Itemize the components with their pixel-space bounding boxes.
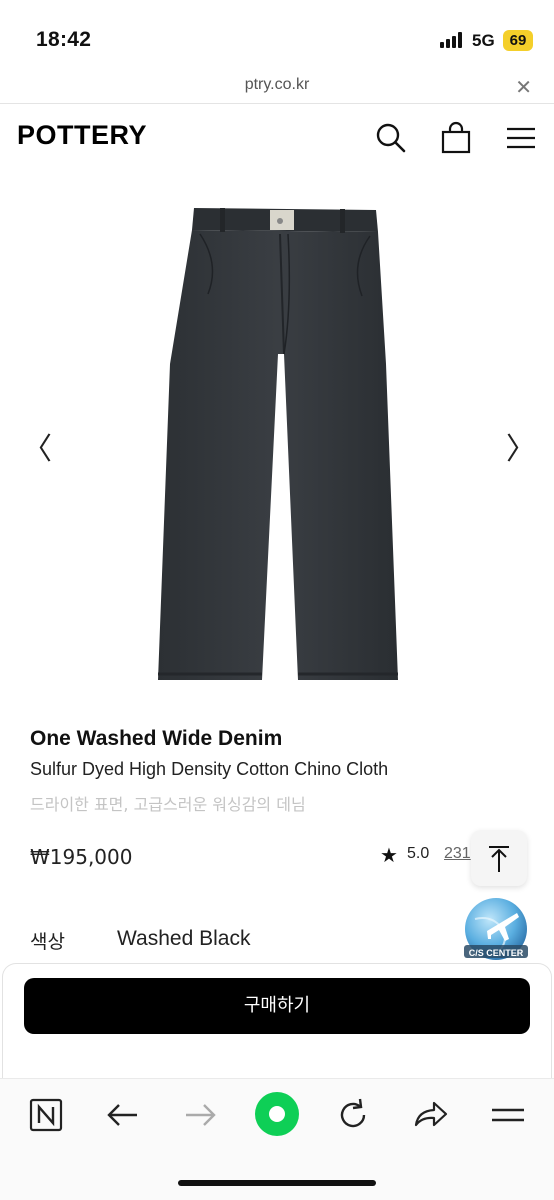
cs-center-label[interactable]: C/S CENTER <box>461 948 531 958</box>
signal-strength-icon <box>440 32 466 48</box>
star-icon: ★ <box>380 843 398 867</box>
site-logo[interactable]: POTTERY <box>17 120 147 151</box>
arrow-up-icon <box>489 846 509 872</box>
color-label: 색상 <box>30 931 65 953</box>
status-bar: 18:42 5G 69 <box>0 0 554 72</box>
buy-button[interactable]: 구매하기 <box>24 978 530 1034</box>
product-price: ₩195,000 <box>30 845 133 869</box>
rating-value: 5.0 <box>407 845 430 862</box>
share-icon[interactable] <box>410 1095 450 1135</box>
forward-icon[interactable] <box>180 1095 220 1135</box>
scroll-to-top-button[interactable] <box>471 830 527 886</box>
product-subtitle: Sulfur Dyed High Density Cotton Chino Cl… <box>30 759 389 779</box>
product-description: 드라이한 표면, 고급스러운 워싱감의 데님 <box>30 795 306 814</box>
status-time: 18:42 <box>36 28 92 51</box>
battery-indicator: 69 <box>503 30 533 51</box>
url-text[interactable]: ptry.co.kr <box>0 76 554 94</box>
naver-n-icon[interactable] <box>26 1095 66 1135</box>
search-icon[interactable] <box>373 120 409 156</box>
product-image <box>158 208 398 680</box>
network-type: 5G <box>472 31 495 50</box>
refresh-icon[interactable] <box>333 1095 373 1135</box>
gallery-next-arrow[interactable]: 〉 <box>506 424 536 468</box>
back-icon[interactable] <box>103 1095 143 1135</box>
home-indicator <box>178 1180 376 1186</box>
product-name: One Washed Wide Denim <box>30 727 283 750</box>
close-icon[interactable]: ✕ <box>515 75 532 100</box>
color-value[interactable]: Washed Black <box>117 927 250 951</box>
browser-url-bar[interactable]: ptry.co.kr ✕ <box>0 72 554 104</box>
product-gallery[interactable]: 〈 〉 <box>0 172 554 712</box>
site-header: POTTERY <box>0 104 554 172</box>
green-home-icon[interactable] <box>254 1091 300 1137</box>
review-count-link[interactable]: 231 <box>444 845 471 863</box>
gallery-prev-arrow[interactable]: 〈 <box>22 424 52 468</box>
shopping-bag-icon[interactable] <box>438 120 474 156</box>
menu-lines-icon[interactable] <box>488 1095 528 1135</box>
menu-icon[interactable] <box>503 120 539 156</box>
